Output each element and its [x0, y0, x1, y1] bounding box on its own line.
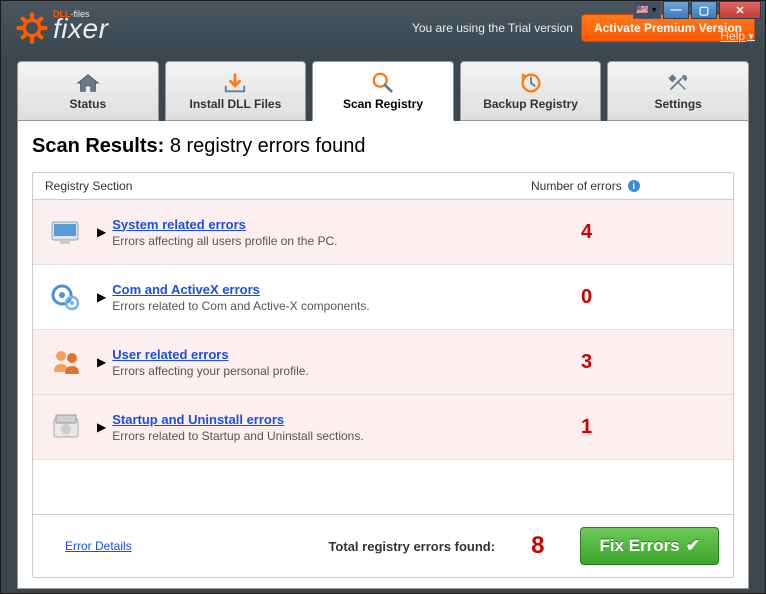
section-title-link[interactable]: Com and ActiveX errors [112, 282, 551, 297]
fix-errors-button[interactable]: Fix Errors ✔ [580, 527, 719, 565]
error-count: 4 [551, 221, 721, 244]
row-text: User related errors Errors affecting your… [112, 347, 551, 378]
column-registry-section: Registry Section [45, 179, 531, 193]
column-number-of-errors: Number of errors i [531, 179, 721, 193]
table-rows-scroll[interactable]: ▶ System related errors Errors affecting a… [33, 200, 733, 514]
expand-toggle-icon[interactable]: ▶ [97, 355, 106, 369]
search-icon [371, 71, 395, 95]
table-row: ▶ Startup and Uninstall errors Errors rela… [33, 395, 733, 460]
section-description: Errors related to Com and Active-X compo… [112, 299, 551, 313]
fixer-logo-icon [15, 11, 49, 45]
tab-backup-registry[interactable]: Backup Registry [460, 61, 602, 121]
tab-label: Scan Registry [343, 97, 423, 111]
download-icon [223, 71, 247, 95]
section-icon [45, 279, 89, 315]
window-minimize-button[interactable]: — [663, 1, 689, 19]
results-table: Registry Section Number of errors i ▶ Sys… [32, 172, 734, 578]
tab-label: Status [69, 97, 106, 111]
row-text: Startup and Uninstall errors Errors relat… [112, 412, 551, 443]
section-description: Errors affecting your personal profile. [112, 364, 551, 378]
home-icon [76, 71, 100, 95]
scan-results-heading: Scan Results: 8 registry errors found [32, 135, 734, 158]
table-row: ▶ User related errors Errors affecting you… [33, 330, 733, 395]
section-title-link[interactable]: Startup and Uninstall errors [112, 412, 551, 427]
section-icon [45, 409, 89, 445]
row-text: System related errors Errors affecting al… [112, 217, 551, 248]
table-footer: Error Details Total registry errors foun… [33, 514, 733, 577]
expand-toggle-icon[interactable]: ▶ [97, 420, 106, 434]
error-details-link[interactable]: Error Details [65, 539, 132, 553]
tab-scan-registry[interactable]: Scan Registry [312, 61, 454, 121]
total-errors-count: 8 [531, 532, 544, 560]
checkmark-icon: ✔ [686, 536, 700, 556]
logo-subtitle: DLL-files [53, 9, 108, 19]
table-row: ▶ System related errors Errors affecting a… [33, 200, 733, 265]
section-icon [45, 344, 89, 380]
total-errors-label: Total registry errors found: [328, 539, 495, 554]
window-controls: 🇺🇸▼ — ▢ ✕ [633, 1, 761, 19]
error-count: 1 [551, 416, 721, 439]
section-title-link[interactable]: User related errors [112, 347, 551, 362]
info-icon[interactable]: i [628, 180, 640, 192]
table-header: Registry Section Number of errors i [33, 173, 733, 200]
section-icon [45, 214, 89, 250]
language-flag-dropdown[interactable]: 🇺🇸▼ [633, 1, 661, 19]
app-logo: DLL-files fixer [15, 11, 108, 45]
tab-status[interactable]: Status [17, 61, 159, 121]
tools-icon [666, 71, 690, 95]
row-text: Com and ActiveX errors Errors related to … [112, 282, 551, 313]
table-row: ▶ Com and ActiveX errors Errors related to… [33, 265, 733, 330]
section-description: Errors related to Startup and Uninstall … [112, 429, 551, 443]
tab-label: Install DLL Files [189, 97, 281, 111]
help-link[interactable]: Help▼ [720, 29, 755, 43]
main-tabs: Status Install DLL Files Scan Registry B… [1, 55, 765, 121]
section-title-link[interactable]: System related errors [112, 217, 551, 232]
error-count: 3 [551, 351, 721, 374]
expand-toggle-icon[interactable]: ▶ [97, 225, 106, 239]
error-count: 0 [551, 286, 721, 309]
tab-settings[interactable]: Settings [607, 61, 749, 121]
main-content: Scan Results: 8 registry errors found Re… [17, 121, 749, 589]
window-maximize-button[interactable]: ▢ [691, 1, 717, 19]
tab-install-dll[interactable]: Install DLL Files [165, 61, 307, 121]
tab-label: Settings [655, 97, 702, 111]
backup-icon [519, 71, 543, 95]
trial-notice: You are using the Trial version [412, 21, 573, 35]
tab-label: Backup Registry [483, 97, 578, 111]
titlebar: 🇺🇸▼ — ▢ ✕ DLL-files fixer You are using … [1, 1, 765, 55]
window-close-button[interactable]: ✕ [719, 1, 761, 19]
expand-toggle-icon[interactable]: ▶ [97, 290, 106, 304]
section-description: Errors affecting all users profile on th… [112, 234, 551, 248]
